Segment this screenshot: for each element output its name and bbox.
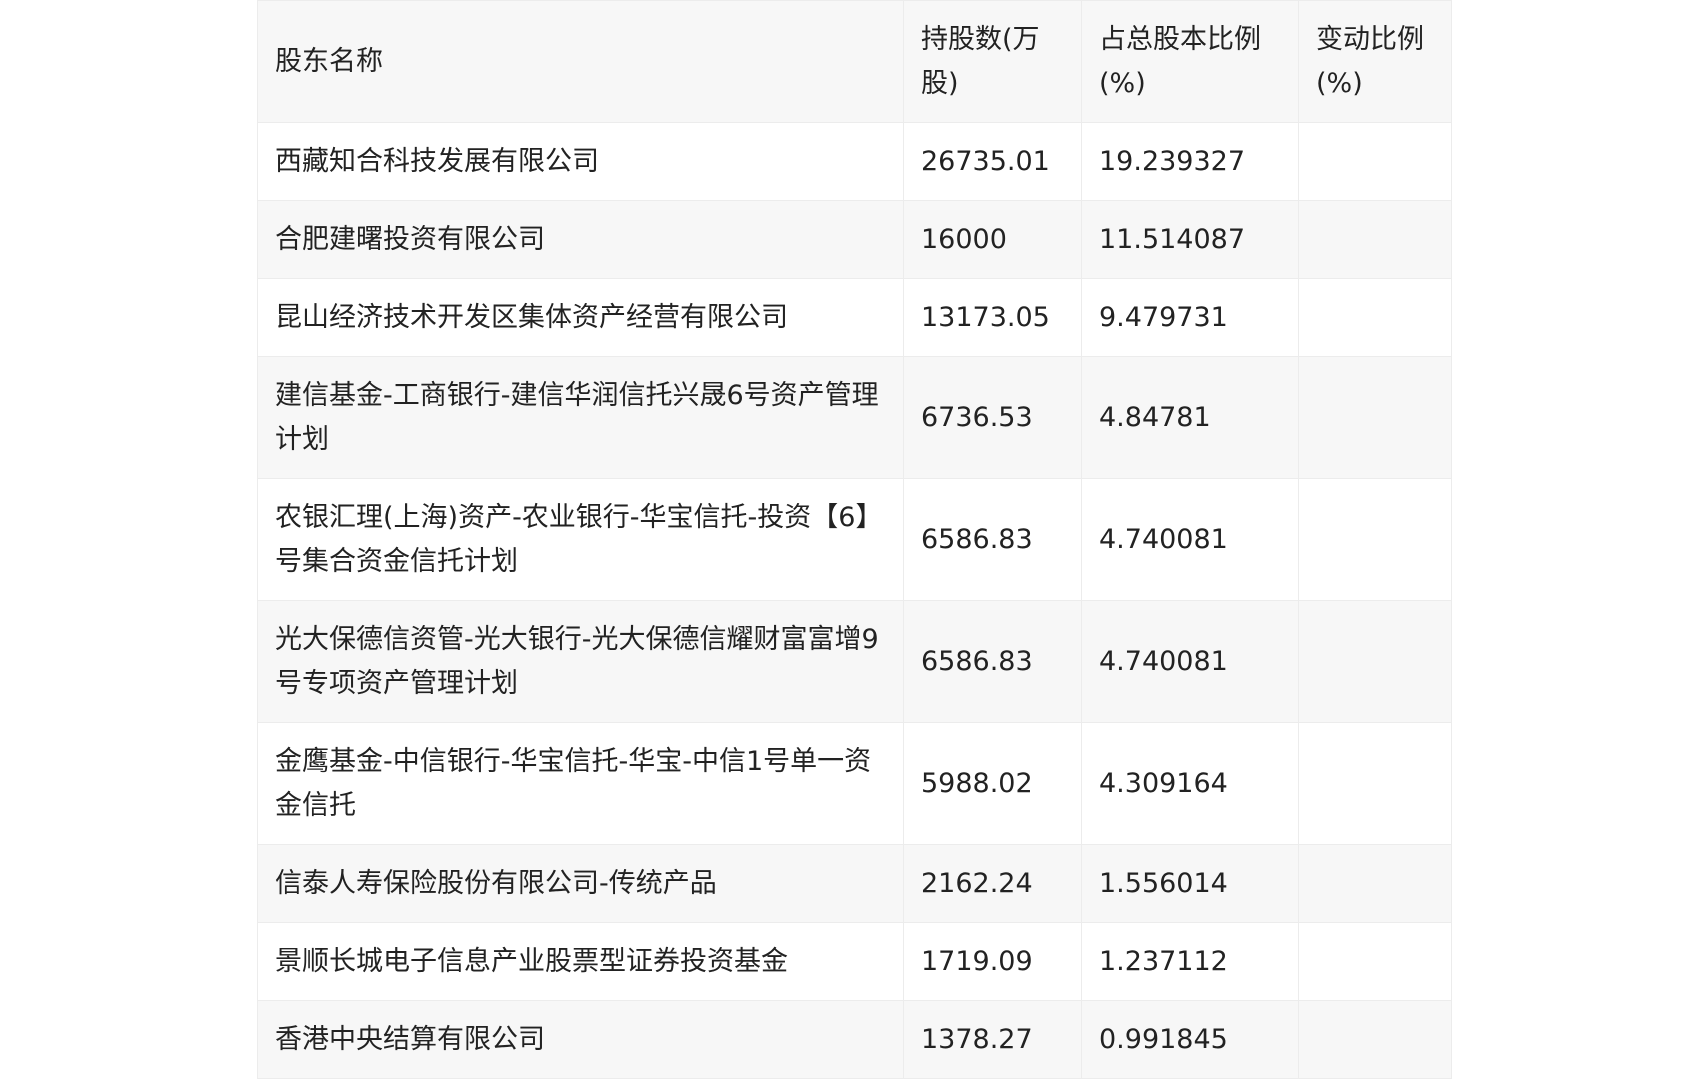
cell-shares-held: 26735.01	[903, 122, 1082, 201]
cell-shareholder-name: 金鹰基金-中信银行-华宝信托-华宝-中信1号单一资金信托	[257, 722, 904, 845]
cell-change	[1298, 278, 1452, 357]
table-row: 西藏知合科技发展有限公司 26735.01 19.239327	[257, 122, 1452, 201]
table-row: 光大保德信资管-光大银行-光大保德信耀财富富增9号专项资产管理计划 6586.8…	[257, 600, 1452, 723]
cell-shares-held: 13173.05	[903, 278, 1082, 357]
cell-change	[1298, 922, 1452, 1001]
table-row: 农银汇理(上海)资产-农业银行-华宝信托-投资【6】号集合资金信托计划 6586…	[257, 478, 1452, 601]
shareholders-table: 股东名称 持股数(万股) 占总股本比例(%) 变动比例(%) 西藏知合科技发展有…	[257, 0, 1452, 1079]
table-row: 香港中央结算有限公司 1378.27 0.991845	[257, 1000, 1452, 1079]
cell-shares-held: 16000	[903, 200, 1082, 279]
cell-shareholder-name: 建信基金-工商银行-建信华润信托兴晟6号资产管理计划	[257, 356, 904, 479]
cell-change	[1298, 122, 1452, 201]
header-shares-held: 持股数(万股)	[903, 0, 1082, 123]
page: 股东名称 持股数(万股) 占总股本比例(%) 变动比例(%) 西藏知合科技发展有…	[0, 0, 1700, 1080]
table-row: 金鹰基金-中信银行-华宝信托-华宝-中信1号单一资金信托 5988.02 4.3…	[257, 722, 1452, 845]
cell-shareholder-name: 西藏知合科技发展有限公司	[257, 122, 904, 201]
table-row: 昆山经济技术开发区集体资产经营有限公司 13173.05 9.479731	[257, 278, 1452, 357]
cell-ratio: 19.239327	[1081, 122, 1299, 201]
table-row: 信泰人寿保险股份有限公司-传统产品 2162.24 1.556014	[257, 844, 1452, 923]
cell-shares-held: 1378.27	[903, 1000, 1082, 1079]
table-row: 合肥建曙投资有限公司 16000 11.514087	[257, 200, 1452, 279]
cell-change	[1298, 722, 1452, 845]
cell-shareholder-name: 景顺长城电子信息产业股票型证券投资基金	[257, 922, 904, 1001]
header-shareholder-name: 股东名称	[257, 0, 904, 123]
cell-change	[1298, 356, 1452, 479]
table-row: 建信基金-工商银行-建信华润信托兴晟6号资产管理计划 6736.53 4.847…	[257, 356, 1452, 479]
cell-ratio: 1.556014	[1081, 844, 1299, 923]
cell-ratio: 11.514087	[1081, 200, 1299, 279]
cell-change	[1298, 200, 1452, 279]
cell-change	[1298, 844, 1452, 923]
cell-shareholder-name: 昆山经济技术开发区集体资产经营有限公司	[257, 278, 904, 357]
cell-ratio: 4.309164	[1081, 722, 1299, 845]
cell-shares-held: 5988.02	[903, 722, 1082, 845]
cell-shares-held: 6736.53	[903, 356, 1082, 479]
cell-shareholder-name: 合肥建曙投资有限公司	[257, 200, 904, 279]
cell-ratio: 9.479731	[1081, 278, 1299, 357]
cell-ratio: 4.740081	[1081, 478, 1299, 601]
cell-shares-held: 2162.24	[903, 844, 1082, 923]
cell-shares-held: 1719.09	[903, 922, 1082, 1001]
cell-ratio: 1.237112	[1081, 922, 1299, 1001]
cell-shareholder-name: 香港中央结算有限公司	[257, 1000, 904, 1079]
cell-change	[1298, 600, 1452, 723]
cell-ratio: 0.991845	[1081, 1000, 1299, 1079]
cell-change	[1298, 1000, 1452, 1079]
cell-change	[1298, 478, 1452, 601]
cell-ratio: 4.84781	[1081, 356, 1299, 479]
header-ratio-of-total: 占总股本比例(%)	[1081, 0, 1299, 123]
cell-shares-held: 6586.83	[903, 600, 1082, 723]
cell-shareholder-name: 农银汇理(上海)资产-农业银行-华宝信托-投资【6】号集合资金信托计划	[257, 478, 904, 601]
cell-ratio: 4.740081	[1081, 600, 1299, 723]
cell-shareholder-name: 信泰人寿保险股份有限公司-传统产品	[257, 844, 904, 923]
cell-shareholder-name: 光大保德信资管-光大银行-光大保德信耀财富富增9号专项资产管理计划	[257, 600, 904, 723]
table-row: 景顺长城电子信息产业股票型证券投资基金 1719.09 1.237112	[257, 922, 1452, 1001]
cell-shares-held: 6586.83	[903, 478, 1082, 601]
table-header-row: 股东名称 持股数(万股) 占总股本比例(%) 变动比例(%)	[257, 0, 1452, 123]
header-change-ratio: 变动比例(%)	[1298, 0, 1452, 123]
